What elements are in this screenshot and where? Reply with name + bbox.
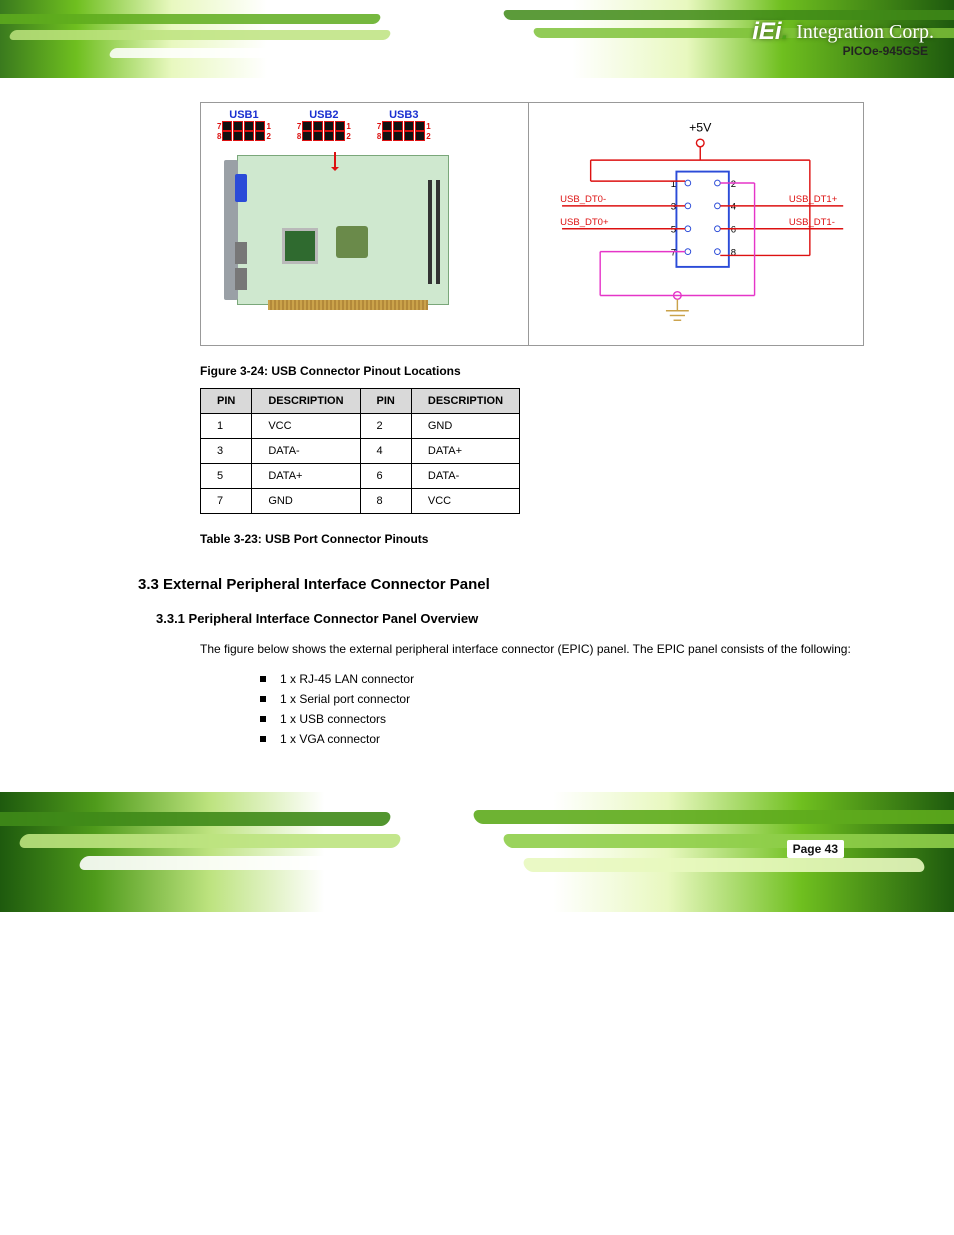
pin-num: 1 bbox=[266, 122, 270, 131]
col-header: PIN bbox=[360, 389, 411, 414]
sig-dt1-minus: USB_DT1- bbox=[788, 217, 834, 228]
pin-num: 8 bbox=[297, 132, 301, 141]
brand-logo-text: iEi. bbox=[752, 18, 788, 46]
figure-caption: Figure 3-24: USB Connector Pinout Locati… bbox=[200, 364, 864, 378]
usb2-connector: USB2 7 1 8 2 bbox=[297, 109, 351, 141]
pin-num: 2 bbox=[266, 132, 270, 141]
list-item: 1 x RJ-45 LAN connector bbox=[260, 672, 864, 686]
svg-text:4: 4 bbox=[730, 202, 736, 213]
bullet-list: 1 x RJ-45 LAN connector 1 x Serial port … bbox=[260, 672, 864, 746]
figure-right-cell: +5V 1 3 5 7 2 4 6 8 bbox=[537, 103, 864, 345]
usb3-connector: USB3 7 1 8 2 bbox=[377, 109, 431, 141]
header-banner: iEi. Integration Corp. PICOe-945GSE bbox=[0, 0, 954, 78]
footer-banner: Page 43 bbox=[0, 792, 954, 912]
table-row: 5DATA+6DATA- bbox=[201, 464, 520, 489]
col-header: DESCRIPTION bbox=[411, 389, 519, 414]
decor-streak bbox=[18, 834, 403, 848]
svg-text:5: 5 bbox=[670, 225, 675, 236]
col-header: PIN bbox=[201, 389, 252, 414]
table-row: 1VCC2GND bbox=[201, 414, 520, 439]
decor-streak bbox=[522, 858, 927, 872]
list-item: 1 x USB connectors bbox=[260, 712, 864, 726]
product-line: PICOe-945GSE bbox=[843, 44, 928, 58]
decor-streak bbox=[502, 834, 954, 848]
pin-num: 2 bbox=[426, 132, 430, 141]
pin-num: 7 bbox=[297, 122, 301, 131]
decor-streak bbox=[472, 810, 954, 824]
table-row: 3DATA-4DATA+ bbox=[201, 439, 520, 464]
svg-text:3: 3 bbox=[670, 202, 675, 213]
list-item: 1 x Serial port connector bbox=[260, 692, 864, 706]
usb-header-labels: USB1 7 1 8 2 USB2 7 bbox=[217, 109, 522, 141]
brand-logo-area: iEi. Integration Corp. bbox=[752, 18, 934, 46]
list-item: 1 x VGA connector bbox=[260, 732, 864, 746]
usb1-label: USB1 bbox=[229, 109, 258, 121]
svg-text:2: 2 bbox=[730, 179, 735, 190]
pin-num: 8 bbox=[377, 132, 381, 141]
figure-row: USB1 7 1 8 2 USB2 7 bbox=[200, 102, 864, 346]
decor-streak bbox=[0, 14, 382, 24]
pin-num: 7 bbox=[217, 122, 221, 131]
usb3-label: USB3 bbox=[389, 109, 418, 121]
decor-streak bbox=[78, 856, 403, 870]
table-caption: Table 3-23: USB Port Connector Pinouts bbox=[200, 532, 864, 546]
pin-num: 1 bbox=[426, 122, 430, 131]
subsection-heading: 3.3.1 Peripheral Interface Connector Pan… bbox=[156, 611, 864, 626]
pinout-table: PIN DESCRIPTION PIN DESCRIPTION 1VCC2GND… bbox=[200, 388, 520, 514]
section-heading: 3.3 External Peripheral Interface Connec… bbox=[138, 576, 864, 593]
sig-dt0-minus: USB_DT0- bbox=[560, 194, 606, 205]
pinout-schematic: +5V 1 3 5 7 2 4 6 8 bbox=[543, 109, 858, 339]
table-header-row: PIN DESCRIPTION PIN DESCRIPTION bbox=[201, 389, 520, 414]
sig-dt1-plus: USB_DT1+ bbox=[788, 194, 837, 205]
pointer-arrow-icon bbox=[334, 152, 336, 170]
figure-left-cell: USB1 7 1 8 2 USB2 7 bbox=[201, 103, 529, 345]
usb2-label: USB2 bbox=[309, 109, 338, 121]
page-number: Page 43 bbox=[787, 840, 844, 858]
pcb-board-illustration bbox=[237, 155, 449, 305]
table-row: 7GND8VCC bbox=[201, 489, 520, 514]
brand-suffix: Integration Corp. bbox=[796, 21, 934, 44]
pin-num: 2 bbox=[346, 132, 350, 141]
decor-streak bbox=[108, 48, 372, 58]
pin-num: 1 bbox=[346, 122, 350, 131]
decor-streak bbox=[0, 812, 392, 826]
svg-text:7: 7 bbox=[670, 247, 675, 258]
intro-paragraph: The figure below shows the external peri… bbox=[200, 640, 864, 658]
usb1-connector: USB1 7 1 8 2 bbox=[217, 109, 271, 141]
sig-dt0-plus: USB_DT0+ bbox=[560, 217, 609, 228]
pin-num: 7 bbox=[377, 122, 381, 131]
vcc-label: +5V bbox=[689, 121, 712, 135]
col-header: DESCRIPTION bbox=[252, 389, 360, 414]
svg-text:8: 8 bbox=[730, 247, 735, 258]
pin-num: 8 bbox=[217, 132, 221, 141]
svg-text:6: 6 bbox=[730, 225, 735, 236]
decor-streak bbox=[8, 30, 392, 40]
